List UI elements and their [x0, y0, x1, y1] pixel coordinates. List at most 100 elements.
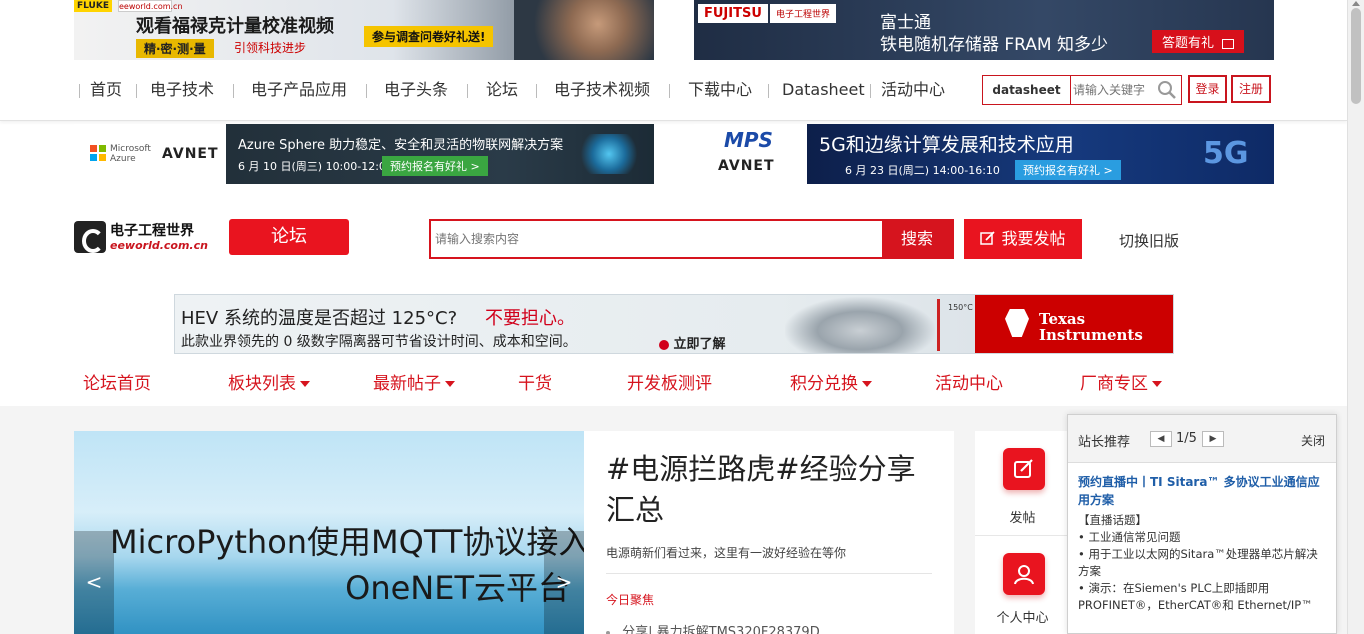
ti-isolator-banner[interactable]: HEV 系统的温度是否超过 125°C? 不要担心。 此款业界领先的 0 级数字…	[174, 294, 1174, 354]
forum-badge[interactable]: 论坛	[229, 219, 349, 255]
nav-item-datasheet[interactable]: Datasheet	[782, 80, 865, 100]
scrollbar-thumb[interactable]	[1351, 8, 1361, 104]
forum-nav-label: 干货	[518, 374, 552, 394]
featured-slider[interactable]: MicroPython使用MQTT协议接入 OneNET云平台 < >	[74, 431, 584, 634]
new-post-button[interactable]: 我要发帖	[964, 219, 1082, 259]
search-type-select[interactable]: datasheet	[983, 76, 1071, 104]
search-icon[interactable]	[1157, 80, 1177, 100]
fujitsu-banner-line2: 铁电随机存储器 FRAM 知多少	[880, 35, 1109, 55]
nav-item-product-apps[interactable]: 电子产品应用	[251, 80, 347, 100]
forum-nav-label: 厂商专区	[1080, 374, 1148, 394]
fluke-banner-photo	[514, 0, 654, 60]
featured-article: #电源拦路虎#经验分享汇总 电源萌新们看过来，这里有一波好经验在等你 今日聚焦 …	[584, 431, 954, 634]
eeworld-logo-icon[interactable]	[74, 221, 106, 253]
article-description: 电源萌新们看过来，这里有一波好经验在等你	[606, 546, 847, 560]
fujitsu-banner[interactable]: FUJITSU 电子工程世界 富士通 铁电随机存储器 FRAM 知多少 答题有礼	[694, 0, 1274, 60]
popup-close-button[interactable]: 关闭	[1301, 432, 1325, 449]
focus-list-item[interactable]: 分享| 暴力拆解TMS320F28379D	[606, 621, 820, 634]
ti-banner-line2: 此款业界领先的 0 级数字隔离器可节省设计时间、成本和空间。	[181, 334, 577, 350]
fujitsu-banner-cta[interactable]: 答题有礼	[1152, 30, 1245, 53]
slider-caption-line2: OneNET云平台	[345, 569, 570, 607]
ti-banner-line1: HEV 系统的温度是否超过 125°C?	[181, 308, 458, 329]
fujitsu-logo: FUJITSU	[698, 4, 768, 23]
edit-icon	[980, 231, 996, 245]
forum-nav-label: 论坛首页	[83, 374, 151, 394]
popup-text-line: 【直播话题】	[1078, 513, 1147, 527]
eeworld-logo-text[interactable]: 电子工程世界	[110, 220, 194, 240]
forum-nav-vendors[interactable]: 厂商专区	[1080, 369, 1162, 394]
azure-sphere-banner[interactable]: Microsoft Azure AVNET Azure Sphere 助力稳定、…	[74, 124, 654, 184]
forum-nav-boards[interactable]: 板块列表	[228, 369, 310, 394]
nav-item-downloads[interactable]: 下载中心	[688, 80, 752, 100]
today-focus-heading: 今日聚焦	[606, 593, 655, 607]
azure-banner-title: Azure Sphere 助力稳定、安全和灵活的物联网解决方案	[238, 138, 564, 153]
article-title[interactable]: #电源拦路虎#经验分享汇总	[606, 449, 926, 531]
forum-nav-latest[interactable]: 最新帖子	[373, 369, 455, 394]
popup-header: 站长推荐 ◀ 1/5 ▶ 关闭	[1068, 415, 1336, 463]
nav-separator	[768, 84, 769, 98]
post-shortcut-label[interactable]: 发帖	[975, 507, 1070, 526]
nav-item-events[interactable]: 活动中心	[881, 80, 945, 100]
register-button[interactable]: 注册	[1231, 75, 1271, 103]
azure-banner-cta[interactable]: 预约报名有好礼 >	[382, 156, 488, 176]
nav-item-home[interactable]: 首页	[90, 80, 122, 100]
fluke-banner[interactable]: FLUKE eeworld.com.cn 观看福禄克计量校准视频 精·密·测·量…	[74, 0, 654, 60]
ti-wordmark-line1: Texas	[1039, 310, 1086, 328]
recommendation-popup: 站长推荐 ◀ 1/5 ▶ 关闭 预约直播中丨TI Sitara™ 多协议工业通信…	[1067, 414, 1337, 634]
caret-down-icon	[300, 381, 310, 387]
nav-separator	[536, 84, 537, 98]
forum-nav-board-reviews[interactable]: 开发板测评	[627, 369, 712, 394]
mps-banner-cta[interactable]: 预约报名有好礼 >	[1015, 160, 1121, 180]
nav-item-electronic-tech[interactable]: 电子技术	[150, 80, 214, 100]
azure-banner-date: 6 月 10 日(周三) 10:00-12:00	[238, 160, 393, 173]
forum-nav-featured[interactable]: 干货	[518, 369, 552, 394]
nav-separator	[79, 84, 80, 98]
personal-center-button[interactable]	[1003, 553, 1045, 595]
login-button[interactable]: 登录	[1188, 75, 1227, 103]
forum-nav-points[interactable]: 积分兑换	[790, 369, 872, 394]
forum-search-button[interactable]: 搜索	[882, 221, 952, 257]
forum-nav-home[interactable]: 论坛首页	[83, 369, 151, 394]
switch-old-version-link[interactable]: 切换旧版	[1119, 230, 1179, 251]
mps-banner-date: 6 月 23 日(周二) 14:00-16:10	[845, 164, 1000, 177]
slider-prev-button[interactable]: <	[74, 531, 114, 634]
ti-banner-car-graphic	[785, 297, 935, 353]
scroll-up-arrow-icon[interactable]	[1352, 1, 1360, 6]
ti-banner-cta[interactable]: 立即了解	[659, 333, 726, 352]
fluke-banner-slogan: 引领科技进步	[234, 41, 307, 55]
page-scrollbar[interactable]	[1347, 0, 1364, 634]
ms-label-line1: Microsoft	[110, 144, 151, 154]
popup-headline-link[interactable]: 预约直播中丨TI Sitara™ 多协议工业通信应用方案	[1078, 473, 1328, 509]
forum-nav-label: 活动中心	[935, 374, 1003, 394]
popup-next-button[interactable]: ▶	[1202, 431, 1224, 447]
popup-prev-button[interactable]: ◀	[1150, 431, 1172, 447]
nav-separator	[136, 84, 137, 98]
focus-item-label: 分享| 暴力拆解TMS320F28379D	[622, 625, 820, 634]
nav-item-headlines[interactable]: 电子头条	[384, 80, 448, 100]
mps-5g-banner[interactable]: MPS AVNET 5G和边缘计算发展和技术应用 6 月 23 日(周二) 14…	[694, 124, 1274, 184]
personal-center-label[interactable]: 个人中心	[975, 607, 1070, 626]
nav-item-videos[interactable]: 电子技术视频	[554, 80, 650, 100]
slider-caption-line1: MicroPython使用MQTT协议接入	[110, 523, 584, 561]
mps-banner-5g-graphic: 5G	[1203, 136, 1249, 171]
ti-wordmark-line2: Instruments	[1039, 326, 1143, 344]
play-circle-icon	[659, 339, 669, 350]
forum-nav-label: 最新帖子	[373, 374, 441, 394]
slider-next-button[interactable]: >	[544, 531, 584, 634]
forum-nav-events[interactable]: 活动中心	[935, 369, 1003, 394]
ti-banner-line1-highlight: 不要担心。	[485, 308, 575, 329]
texas-instruments-wordmark: Texas Instruments	[1039, 311, 1143, 343]
mps-banner-title: 5G和边缘计算发展和技术应用	[819, 134, 1074, 156]
divider	[606, 573, 932, 574]
forum-search-input[interactable]	[435, 229, 875, 249]
caret-down-icon	[445, 381, 455, 387]
fujitsu-banner-cta-label: 答题有礼	[1162, 36, 1215, 51]
post-shortcut-button[interactable]	[1003, 448, 1045, 490]
top-banner-row: FLUKE eeworld.com.cn 观看福禄克计量校准视频 精·密·测·量…	[0, 0, 1347, 60]
fluke-banner-cta[interactable]: 参与调查问卷好礼送!	[364, 26, 494, 47]
nav-item-forum[interactable]: 论坛	[486, 80, 518, 100]
fluke-banner-tag: 精·密·测·量	[136, 39, 214, 58]
thermometer-label: 150°C	[948, 303, 973, 312]
side-quick-actions: 发帖 个人中心	[975, 431, 1070, 634]
keyword-search-input[interactable]	[1073, 78, 1153, 102]
